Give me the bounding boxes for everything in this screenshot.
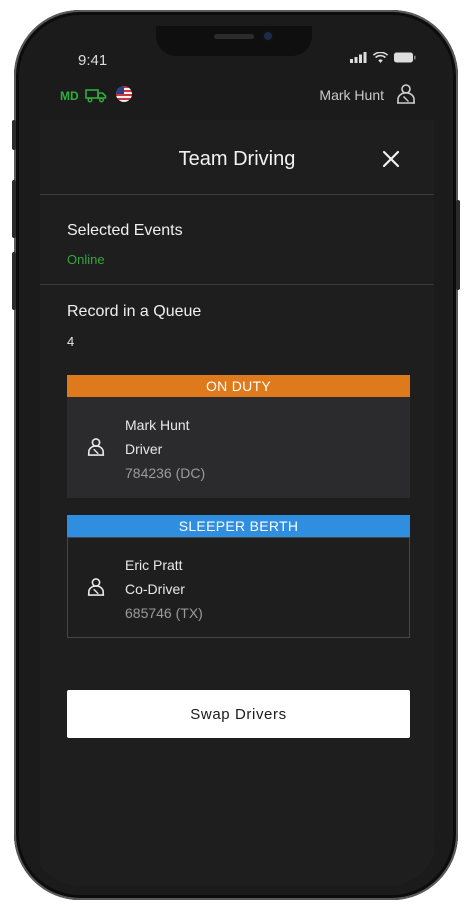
driver-card-on-duty[interactable]: ON DUTY Mark Hunt Driver 784236 (DC)	[67, 375, 410, 498]
phone-side-button-right	[456, 200, 460, 290]
driver-license: 784236 (DC)	[125, 465, 206, 481]
wifi-icon	[373, 52, 388, 63]
notch	[156, 26, 312, 56]
driver-card-body: Mark Hunt Driver 784236 (DC)	[67, 397, 410, 498]
record-queue-value: 4	[67, 334, 75, 349]
state-code: MD	[60, 89, 79, 103]
divider	[40, 284, 434, 285]
status-icons	[350, 52, 416, 63]
phone-screen: 9:41 MD Mark Hunt Team Driving Selected …	[30, 26, 438, 886]
divider	[40, 194, 434, 195]
user-icon	[87, 438, 105, 456]
driver-role: Driver	[125, 441, 163, 457]
record-queue-label: Record in a Queue	[67, 303, 202, 320]
phone-side-button-left-bottom	[12, 252, 16, 310]
driver-name: Mark Hunt	[125, 417, 190, 433]
user-icon	[87, 578, 105, 596]
co-driver-role: Co-Driver	[125, 581, 185, 597]
swap-drivers-button[interactable]: Swap Drivers	[67, 690, 410, 738]
team-driving-dialog: Team Driving Selected Events Online Reco…	[40, 120, 434, 886]
selected-events-label: Selected Events	[67, 222, 183, 239]
phone-side-button-left-top	[12, 120, 16, 150]
signal-icon	[350, 52, 367, 63]
co-driver-license: 685746 (TX)	[125, 605, 203, 621]
selected-events-value: Online	[67, 252, 105, 267]
truck-icon	[85, 89, 107, 103]
driver-card-sleeper-berth[interactable]: SLEEPER BERTH Eric Pratt Co-Driver 68574…	[67, 515, 410, 638]
phone-side-button-left-mid	[12, 180, 16, 238]
camera	[264, 32, 272, 40]
us-flag-icon	[116, 86, 132, 102]
header-user-name: Mark Hunt	[319, 87, 384, 103]
co-driver-name: Eric Pratt	[125, 557, 183, 573]
dialog-title: Team Driving	[178, 148, 296, 170]
battery-icon	[394, 52, 416, 63]
driver-card-body: Eric Pratt Co-Driver 685746 (TX)	[67, 537, 410, 638]
close-icon[interactable]	[380, 148, 402, 170]
speaker	[214, 34, 254, 39]
duty-status-badge: SLEEPER BERTH	[67, 515, 410, 537]
duty-status-badge: ON DUTY	[67, 375, 410, 397]
user-icon[interactable]	[396, 83, 416, 105]
status-time: 9:41	[78, 52, 108, 69]
app-header: MD Mark Hunt	[30, 78, 438, 118]
